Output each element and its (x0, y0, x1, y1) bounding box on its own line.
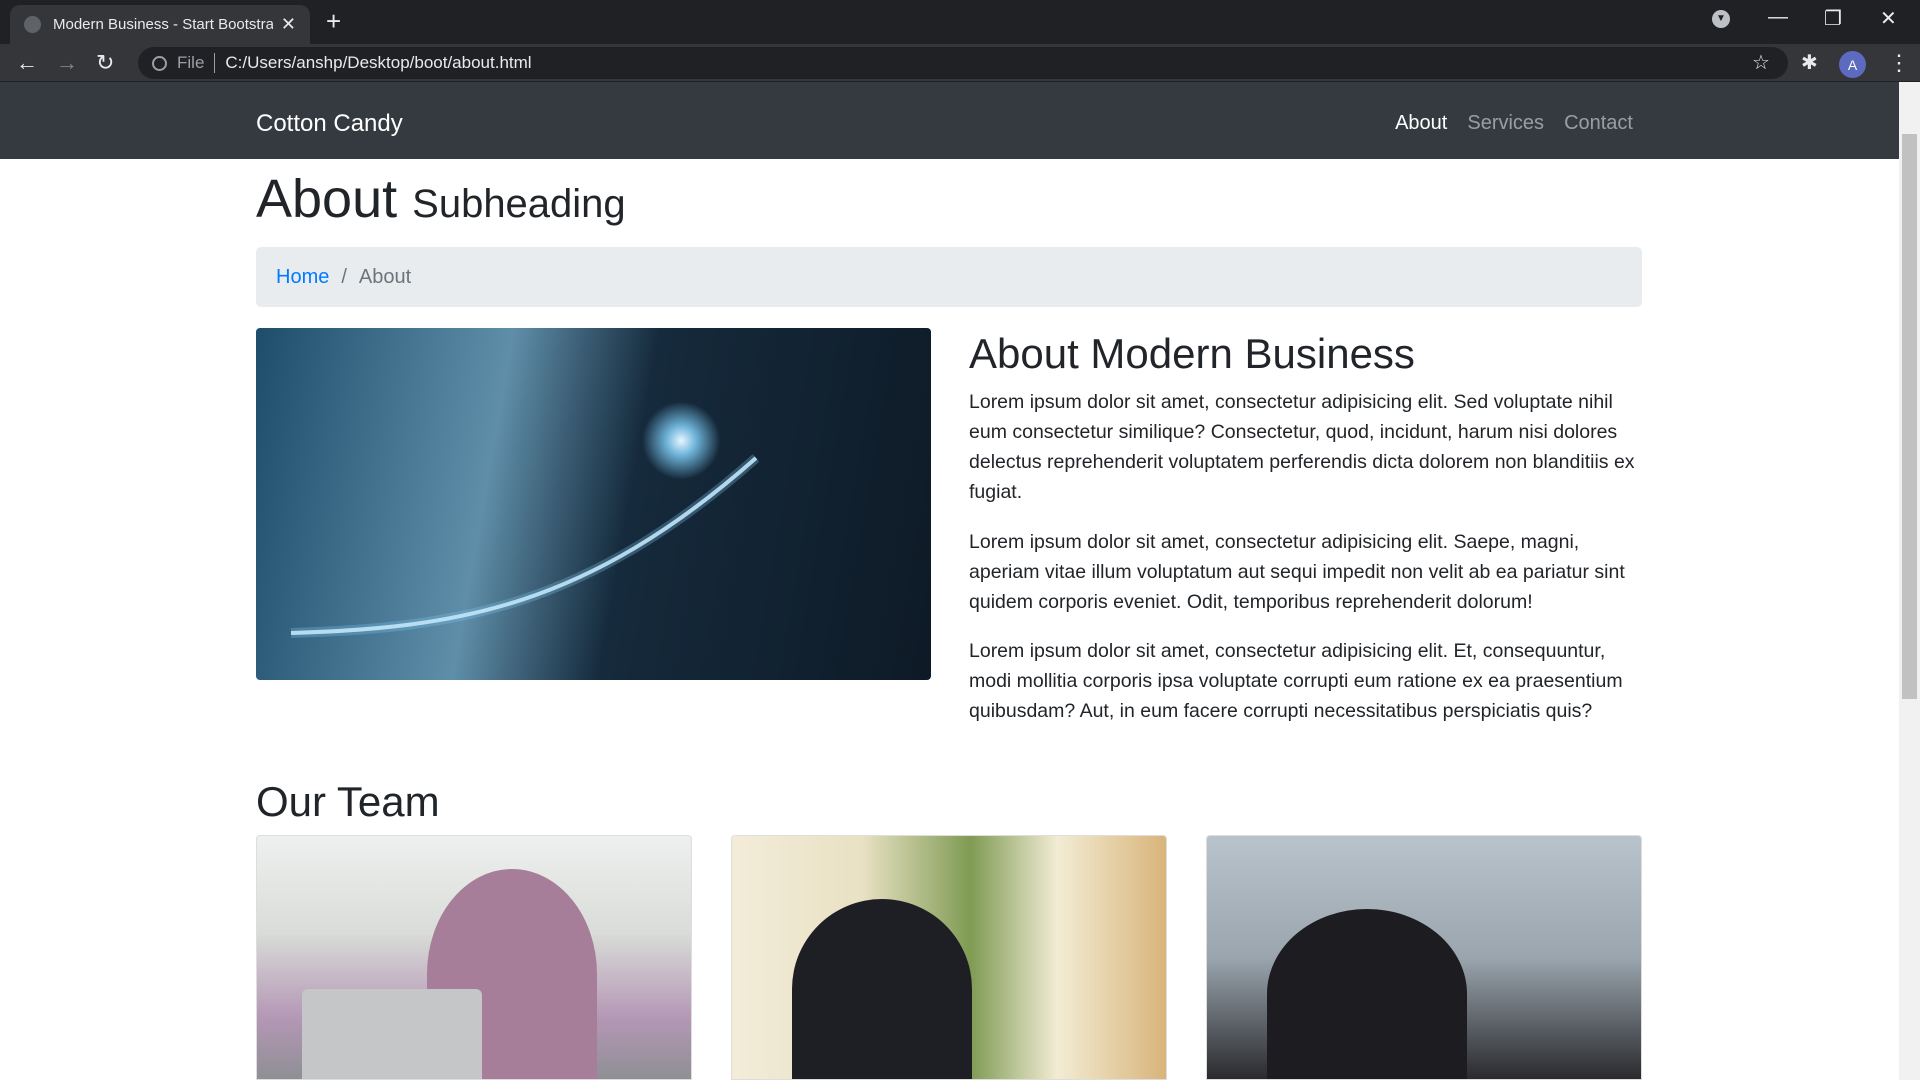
team-member-card (256, 835, 692, 1080)
laptop-graphic (302, 989, 482, 1079)
team-member-card (731, 835, 1167, 1080)
info-icon[interactable] (152, 55, 167, 71)
breadcrumb: Home / About (256, 247, 1642, 307)
profile-avatar[interactable]: A (1839, 51, 1866, 78)
tab-strip: Modern Business - Start Bootstrap Templa… (0, 0, 1920, 44)
close-window-button[interactable]: ✕ (1880, 6, 1897, 31)
page-title-text: About (256, 169, 398, 229)
globe-icon (24, 16, 41, 33)
forward-icon[interactable]: → (56, 50, 78, 76)
reload-icon[interactable]: ↻ (96, 50, 114, 76)
growth-arrow-graphic (290, 454, 760, 638)
menu-icon[interactable]: ⋮ (1888, 50, 1910, 76)
tab-search-icon[interactable]: ▼ (1712, 10, 1730, 28)
address-prefix: File (177, 53, 205, 72)
nav-contact[interactable]: Contact (1564, 112, 1633, 135)
brand-logo[interactable]: Cotton Candy (256, 110, 403, 138)
close-tab-icon[interactable]: ✕ (281, 14, 296, 35)
nav-about[interactable]: About (1395, 112, 1447, 135)
about-paragraph: Lorem ipsum dolor sit amet, consectetur … (969, 531, 1625, 613)
scrollbar-thumb[interactable] (1902, 134, 1917, 699)
hero-image (256, 328, 931, 680)
back-icon[interactable]: ← (16, 50, 38, 76)
new-tab-button[interactable]: + (326, 6, 341, 37)
divider (214, 53, 216, 73)
team-member-photo (1267, 909, 1467, 1079)
address-bar[interactable]: File C:/Users/anshp/Desktop/boot/about.h… (138, 47, 1788, 79)
breadcrumb-current: About (358, 265, 412, 288)
url-text[interactable]: C:/Users/anshp/Desktop/boot/about.html (225, 53, 531, 73)
about-paragraph: Lorem ipsum dolor sit amet, consectetur … (969, 391, 1635, 503)
team-heading: Our Team (256, 778, 440, 825)
about-paragraph: Lorem ipsum dolor sit amet, consectetur … (969, 640, 1623, 722)
restore-button[interactable]: ❐ (1824, 6, 1842, 31)
nav-services[interactable]: Services (1467, 112, 1544, 135)
breadcrumb-home[interactable]: Home (276, 266, 329, 289)
site-navbar: Cotton Candy About Services Contact (0, 82, 1899, 159)
bookmark-star-icon[interactable]: ☆ (1752, 50, 1770, 75)
about-heading: About Modern Business (969, 330, 1415, 377)
minimize-button[interactable]: — (1768, 6, 1788, 29)
browser-toolbar: ← → ↻ File C:/Users/anshp/Desktop/boot/a… (0, 44, 1920, 82)
tab-title: Modern Business - Start Bootstrap Templa… (53, 16, 273, 33)
breadcrumb-divider: / (341, 265, 347, 288)
scrollbar[interactable] (1899, 82, 1920, 1080)
nav-links: About Services Contact (1395, 112, 1633, 135)
page-title: About Subheading (256, 168, 626, 230)
team-member-card (1206, 835, 1642, 1080)
page-subtitle: Subheading (412, 182, 626, 226)
extensions-icon[interactable]: ✱ (1801, 50, 1818, 75)
browser-tab[interactable]: Modern Business - Start Bootstrap Templa… (10, 5, 310, 44)
team-member-photo (792, 899, 972, 1079)
